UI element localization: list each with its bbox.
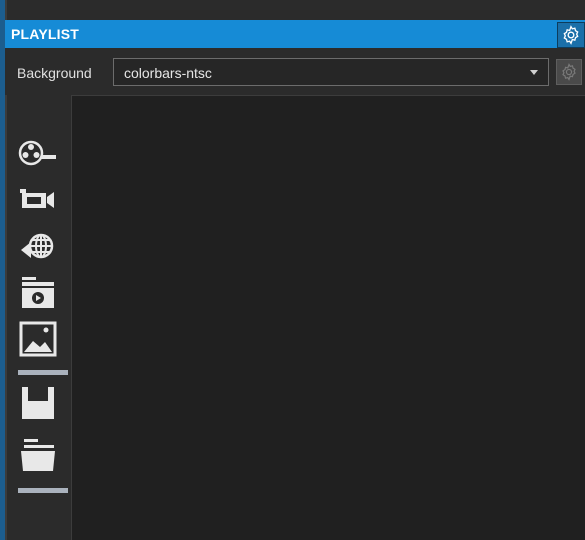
background-row: Background colorbars-ntsc [5,48,585,95]
add-media-file-button[interactable] [16,133,60,173]
add-image-button[interactable] [16,319,60,359]
add-web-source-button[interactable] [16,227,60,267]
film-reel-icon [18,140,56,166]
background-settings-button[interactable] [556,59,582,85]
save-icon [22,387,54,419]
toolbar-separator [18,488,68,493]
playlist-content-area[interactable] [71,95,585,540]
background-select[interactable]: colorbars-ntsc [113,58,549,86]
chevron-down-icon [530,70,538,75]
playlist-header: PLAYLIST [5,20,585,48]
panel-settings-button[interactable] [557,22,585,48]
add-media-folder-button[interactable] [16,273,60,313]
gear-icon [563,25,579,45]
gear-icon [562,63,576,81]
open-playlist-button[interactable] [16,435,60,475]
image-icon [19,321,57,357]
save-playlist-button[interactable] [16,383,60,423]
background-select-value: colorbars-ntsc [124,65,212,81]
media-folder-icon [22,277,54,308]
web-globe-icon [21,233,54,259]
video-camera-icon [20,189,54,208]
add-camera-button[interactable] [16,179,60,219]
panel-title: PLAYLIST [11,26,79,42]
open-folder-icon [21,439,55,471]
playlist-toolbar [7,95,71,540]
background-label: Background [17,65,92,81]
toolbar-separator [18,370,68,375]
